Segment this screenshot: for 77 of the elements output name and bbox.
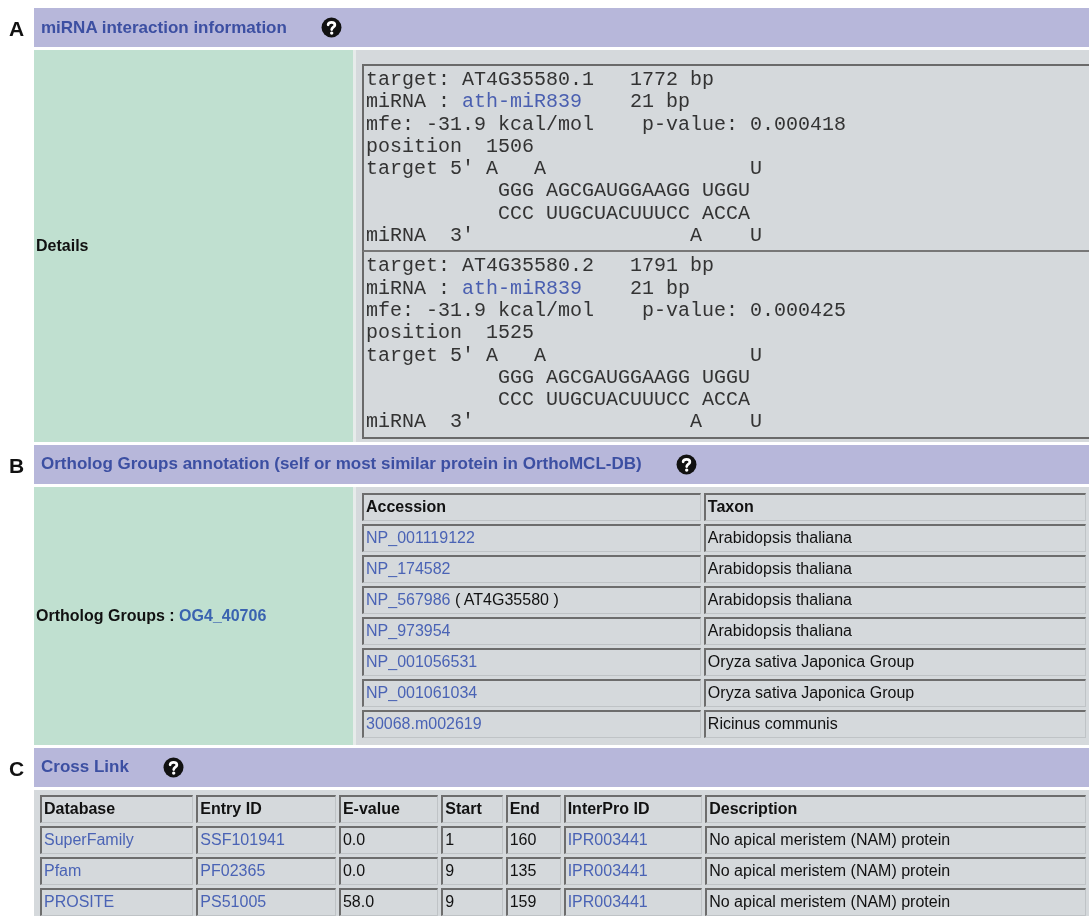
pairing-line: target 5' A A U [366,344,764,367]
table-header-cell: Accession [362,492,701,521]
accession-link[interactable]: NP_001056531 [366,653,478,671]
locus-note: ( AT4G35580 ) [453,591,559,609]
table-link[interactable]: IPR003441 [567,831,648,849]
table-header-cell: Description [705,794,1086,823]
table-header-cell: Taxon [703,492,1086,521]
length-text: 21 bp [629,91,691,114]
table-link[interactable]: Pfam [44,862,82,880]
table-header-cell: Entry ID [196,794,336,823]
table-cell: Ricinus communis [703,709,1086,738]
panel-label: A [8,16,26,41]
pairing-line: GGG AGCGAUGGAAGG UGGU [497,366,752,390]
table-cell: Arabidopsis thaliana [703,523,1086,552]
pairing-line: miRNA 3' A U [366,225,764,248]
table-header-cell: E-value [338,794,439,823]
table-cell: 9 [441,856,503,885]
table-cell: 0.0 [338,825,439,854]
group-link[interactable]: OG4_40706 [179,606,267,625]
table-link[interactable]: PROSITE [44,893,115,911]
accession-link[interactable]: NP_973954 [366,622,451,640]
table-cell: Oryza sativa Japonica Group [703,647,1086,676]
table-link[interactable]: SSF101941 [200,831,285,849]
table-header-cell: Database [40,794,194,823]
mfe-line: mfe: -31.9 kcal/mol p-value: 0.000425 [366,299,848,323]
panel-label: C [8,755,26,781]
table-header-cell: Start [441,794,503,823]
row-label: Ortholog Groups : [36,606,176,625]
table-cell: 159 [505,887,561,916]
table-link[interactable]: PF02365 [200,862,266,880]
position-line: position 1506 [366,135,536,159]
table-link[interactable]: IPR003441 [567,862,648,880]
target-line: target: AT4G35580.2 1791 bp [366,255,716,278]
table-cell: 9 [441,887,503,916]
accession-link[interactable]: NP_567986 [366,591,451,609]
table-cell: No apical meristem (NAM) protein [705,887,1086,916]
accession-link[interactable]: NP_174582 [366,560,451,578]
pairing-line: CCC UUGCUACUUUCC ACCA [497,389,752,412]
length-text: 21 bp [629,277,691,300]
section-title: miRNA interaction information [41,17,287,38]
table-header-cell: End [505,794,561,823]
pairing-line: miRNA 3' A U [366,411,764,434]
target-line: target: AT4G35580.1 1772 bp [366,69,716,92]
table-cell: 58.0 [338,887,439,916]
accession-link[interactable]: NP_001119122 [366,529,475,547]
table-cell: No apical meristem (NAM) protein [705,856,1086,885]
section-title: Cross Link [41,757,129,778]
accession-link[interactable]: 30068.m002619 [366,715,482,733]
table-cell: Arabidopsis thaliana [703,585,1086,614]
table-link[interactable]: SuperFamily [44,831,134,849]
table-cell: 135 [505,856,561,885]
row-label: Details [36,236,89,255]
table-cell: No apical meristem (NAM) protein [705,825,1086,854]
panel-label: B [8,452,26,478]
table-cell: Arabidopsis thaliana [703,554,1086,583]
help-icon[interactable] [320,17,342,38]
mirna-link[interactable]: ath-miR839 [462,91,583,114]
section-title: Ortholog Groups annotation (self or most similar protein in OrthoMCL-DB) [41,454,642,475]
mirna-label: miRNA : [366,91,451,114]
table-cell: Arabidopsis thaliana [703,616,1086,645]
pairing-line: GGG AGCGAUGGAAGG UGGU [497,180,752,203]
table-cell: 0.0 [338,856,439,885]
position-line: position 1525 [366,322,536,345]
table-cell: Oryza sativa Japonica Group [703,678,1086,707]
mirna-label: miRNA : [366,277,451,300]
mfe-line: mfe: -31.9 kcal/mol p-value: 0.000418 [366,113,848,136]
table-header-cell: InterPro ID [563,794,703,823]
mirna-link[interactable]: ath-miR839 [462,277,583,300]
table-link[interactable]: PS51005 [200,893,267,911]
table-cell: 160 [505,825,561,854]
pairing-line: target 5' A A U [366,158,764,181]
table-link[interactable]: IPR003441 [567,893,648,911]
help-icon[interactable] [675,453,697,475]
pairing-line: CCC UUGCUACUUUCC ACCA [497,202,752,226]
help-icon[interactable] [162,756,184,778]
table-cell: 1 [441,825,503,854]
accession-link[interactable]: NP_001061034 [366,684,478,702]
